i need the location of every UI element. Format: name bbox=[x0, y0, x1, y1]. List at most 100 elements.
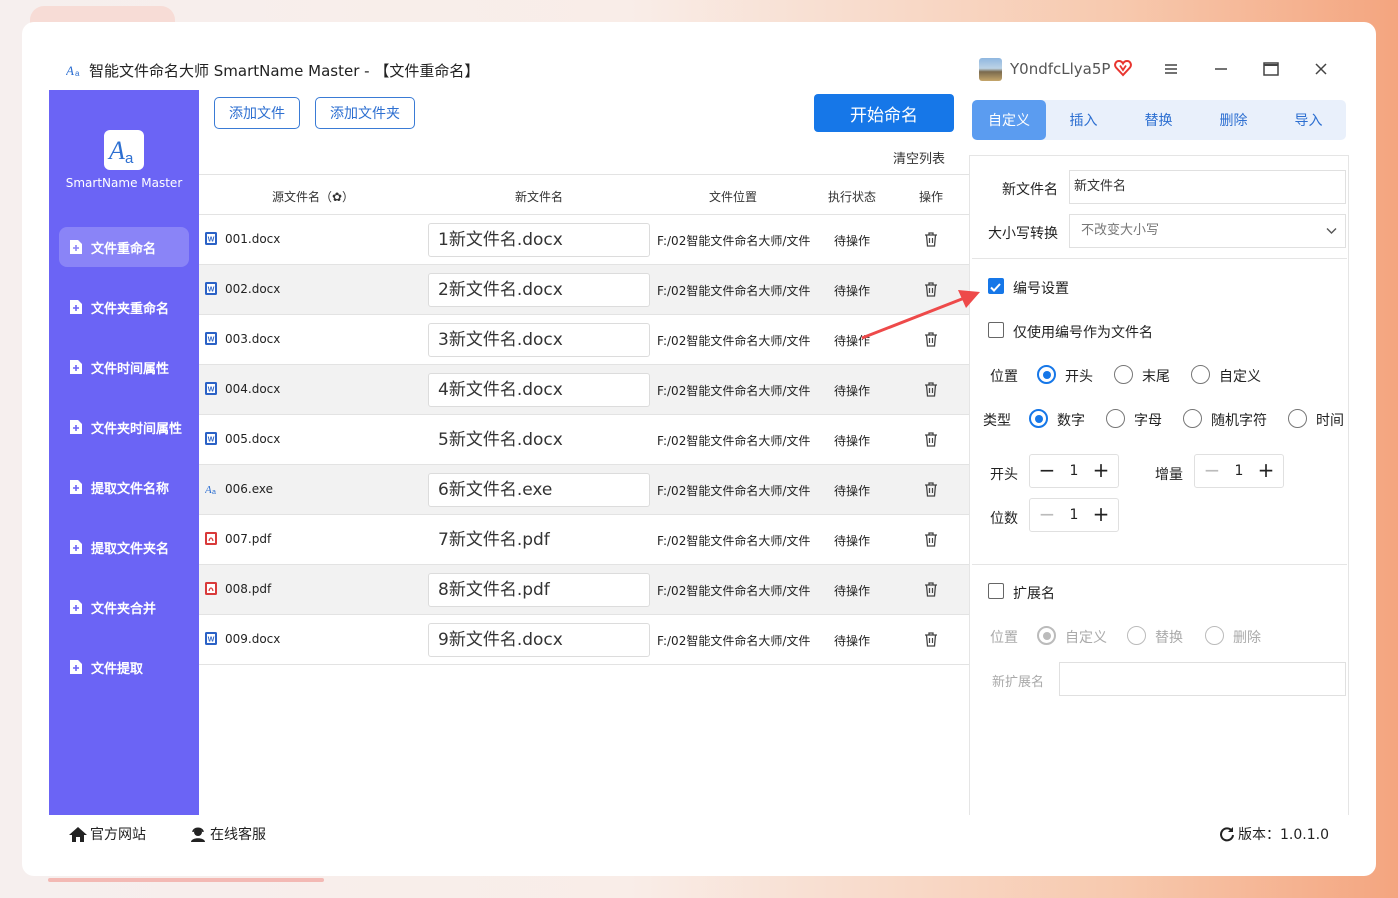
document-icon bbox=[70, 660, 82, 674]
tab-delete[interactable]: 删除 bbox=[1196, 100, 1271, 140]
start-stepper[interactable]: − 1 + bbox=[1029, 454, 1119, 488]
file-location: F:/02智能文件命名大师/文件 bbox=[657, 534, 811, 548]
new-filename-input[interactable]: 8新文件名.pdf bbox=[428, 573, 650, 607]
new-filename-input[interactable]: 3新文件名.docx bbox=[428, 323, 650, 357]
trash-icon[interactable] bbox=[924, 632, 938, 647]
file-location: F:/02智能文件命名大师/文件 bbox=[657, 584, 811, 598]
start-rename-button[interactable]: 开始命名 bbox=[814, 94, 954, 132]
clear-list-button[interactable]: 清空列表 bbox=[893, 148, 945, 167]
plus-icon[interactable]: + bbox=[1255, 460, 1277, 482]
table-row[interactable]: W 001.docx 1新文件名.docx F:/02智能文件命名大师/文件 待操作 bbox=[199, 215, 970, 265]
increment-stepper[interactable]: − 1 + bbox=[1194, 454, 1284, 488]
svg-text:A: A bbox=[107, 136, 125, 165]
menu-icon[interactable] bbox=[1160, 58, 1182, 80]
website-link[interactable]: 官方网站 bbox=[69, 824, 146, 844]
sidebar-item-folder-rename[interactable]: 文件夹重命名 bbox=[59, 287, 189, 327]
sidebar-item-file-extract[interactable]: 文件提取 bbox=[59, 647, 189, 687]
maximize-icon[interactable] bbox=[1260, 58, 1282, 80]
table-row[interactable]: W 009.docx 9新文件名.docx F:/02智能文件命名大师/文件 待操作 bbox=[199, 615, 970, 665]
add-folder-button[interactable]: 添加文件夹 bbox=[315, 97, 415, 129]
version-info[interactable]: 版本：1.0.1.0 bbox=[1219, 824, 1329, 844]
refresh-icon bbox=[1220, 827, 1234, 842]
new-filename-input[interactable]: 4新文件名.docx bbox=[428, 373, 650, 407]
tab-insert[interactable]: 插入 bbox=[1046, 100, 1121, 140]
sidebar-item-label: 文件时间属性 bbox=[91, 361, 170, 377]
new-filename-input[interactable]: 6新文件名.exe bbox=[428, 473, 650, 507]
home-icon bbox=[69, 826, 87, 842]
ext-replace-radio[interactable] bbox=[1127, 626, 1146, 645]
vip-heart-icon[interactable] bbox=[1114, 59, 1132, 77]
sidebar-item-extract-foldername[interactable]: 提取文件夹名 bbox=[59, 527, 189, 567]
new-filename-input[interactable]: 2新文件名.docx bbox=[428, 273, 650, 307]
right-panel-tabs: 自定义 插入 替换 删除 导入 bbox=[972, 100, 1346, 140]
source-filename: 002.docx bbox=[225, 282, 281, 296]
trash-icon[interactable] bbox=[924, 232, 938, 247]
new-filename-input[interactable]: 1新文件名.docx bbox=[428, 223, 650, 257]
source-filename: 001.docx bbox=[225, 232, 281, 246]
sidebar-item-extract-filename[interactable]: 提取文件名称 bbox=[59, 467, 189, 507]
tab-replace[interactable]: 替换 bbox=[1121, 100, 1196, 140]
table-row[interactable]: Aa 006.exe 6新文件名.exe F:/02智能文件命名大师/文件 待操作 bbox=[199, 465, 970, 515]
position-end-radio[interactable] bbox=[1114, 365, 1133, 384]
type-time-radio[interactable] bbox=[1288, 409, 1307, 428]
only-number-checkbox[interactable] bbox=[988, 322, 1004, 338]
add-file-button[interactable]: 添加文件 bbox=[214, 97, 300, 129]
trash-icon[interactable] bbox=[924, 532, 938, 547]
table-row[interactable]: 008.pdf 8新文件名.pdf F:/02智能文件命名大师/文件 待操作 bbox=[199, 565, 970, 615]
new-filename-input[interactable]: 7新文件名.pdf bbox=[428, 523, 650, 557]
trash-icon[interactable] bbox=[924, 482, 938, 497]
new-filename-input[interactable]: 5新文件名.docx bbox=[428, 423, 650, 457]
status-text: 待操作 bbox=[834, 534, 871, 548]
ext-delete-radio[interactable] bbox=[1205, 626, 1224, 645]
tab-import[interactable]: 导入 bbox=[1271, 100, 1346, 140]
plus-icon[interactable]: + bbox=[1090, 460, 1112, 482]
trash-icon[interactable] bbox=[924, 382, 938, 397]
close-icon[interactable] bbox=[1310, 58, 1332, 80]
tab-custom[interactable]: 自定义 bbox=[972, 100, 1046, 140]
sidebar-item-file-rename[interactable]: 文件重命名 bbox=[59, 227, 189, 267]
trash-icon[interactable] bbox=[924, 432, 938, 447]
word-icon: W bbox=[205, 432, 217, 445]
plus-icon[interactable]: + bbox=[1090, 504, 1112, 526]
position-end-label: 末尾 bbox=[1142, 369, 1170, 385]
table-row[interactable]: W 002.docx 2新文件名.docx F:/02智能文件命名大师/文件 待操作 bbox=[199, 265, 970, 315]
sidebar-item-label: 文件夹合并 bbox=[91, 601, 157, 617]
sidebar-item-label: 提取文件名称 bbox=[91, 481, 170, 497]
support-link[interactable]: 在线客服 bbox=[189, 824, 266, 844]
table-row[interactable]: 007.pdf 7新文件名.pdf F:/02智能文件命名大师/文件 待操作 bbox=[199, 515, 970, 565]
new-name-input[interactable]: 新文件名 bbox=[1069, 170, 1346, 204]
document-icon bbox=[70, 360, 82, 374]
user-avatar[interactable] bbox=[979, 58, 1002, 81]
trash-icon[interactable] bbox=[924, 332, 938, 347]
username[interactable]: Y0ndfcLlya5P bbox=[1010, 60, 1110, 78]
ext-custom-radio[interactable] bbox=[1037, 626, 1056, 645]
table-row[interactable]: W 004.docx 4新文件名.docx F:/02智能文件命名大师/文件 待操作 bbox=[199, 365, 970, 415]
sidebar-item-folder-time[interactable]: 文件夹时间属性 bbox=[59, 407, 189, 447]
position-start-radio[interactable] bbox=[1037, 365, 1056, 384]
right-panel bbox=[969, 155, 1349, 815]
position-custom-radio[interactable] bbox=[1191, 365, 1210, 384]
type-random-radio[interactable] bbox=[1183, 409, 1202, 428]
sidebar-item-folder-merge[interactable]: 文件夹合并 bbox=[59, 587, 189, 627]
minimize-icon[interactable] bbox=[1210, 58, 1232, 80]
new-extension-input[interactable] bbox=[1059, 662, 1346, 696]
sidebar-item-label: 文件夹时间属性 bbox=[91, 421, 183, 437]
digits-stepper[interactable]: − 1 + bbox=[1029, 498, 1119, 532]
table-row[interactable]: W 005.docx 5新文件名.docx F:/02智能文件命名大师/文件 待操作 bbox=[199, 415, 970, 465]
type-letter-label: 字母 bbox=[1134, 413, 1162, 429]
status-text: 待操作 bbox=[834, 634, 871, 648]
sidebar: A a SmartName Master 文件重命名 文件夹重命名 文件时间属性… bbox=[49, 90, 199, 815]
trash-icon[interactable] bbox=[924, 582, 938, 597]
sidebar-item-file-time[interactable]: 文件时间属性 bbox=[59, 347, 189, 387]
table-row[interactable]: W 003.docx 3新文件名.docx F:/02智能文件命名大师/文件 待操作 bbox=[199, 315, 970, 365]
new-filename-input[interactable]: 9新文件名.docx bbox=[428, 623, 650, 657]
type-time-label: 时间 bbox=[1316, 413, 1344, 429]
type-number-radio[interactable] bbox=[1029, 409, 1048, 428]
numbering-checkbox[interactable] bbox=[988, 278, 1004, 294]
column-header-source[interactable]: 源文件名（✿） bbox=[272, 188, 354, 205]
extension-checkbox[interactable] bbox=[988, 583, 1004, 599]
type-letter-radio[interactable] bbox=[1106, 409, 1125, 428]
app-logo: A a bbox=[104, 130, 144, 170]
case-convert-select[interactable]: 不改变大小写 bbox=[1069, 214, 1346, 248]
trash-icon[interactable] bbox=[924, 282, 938, 297]
